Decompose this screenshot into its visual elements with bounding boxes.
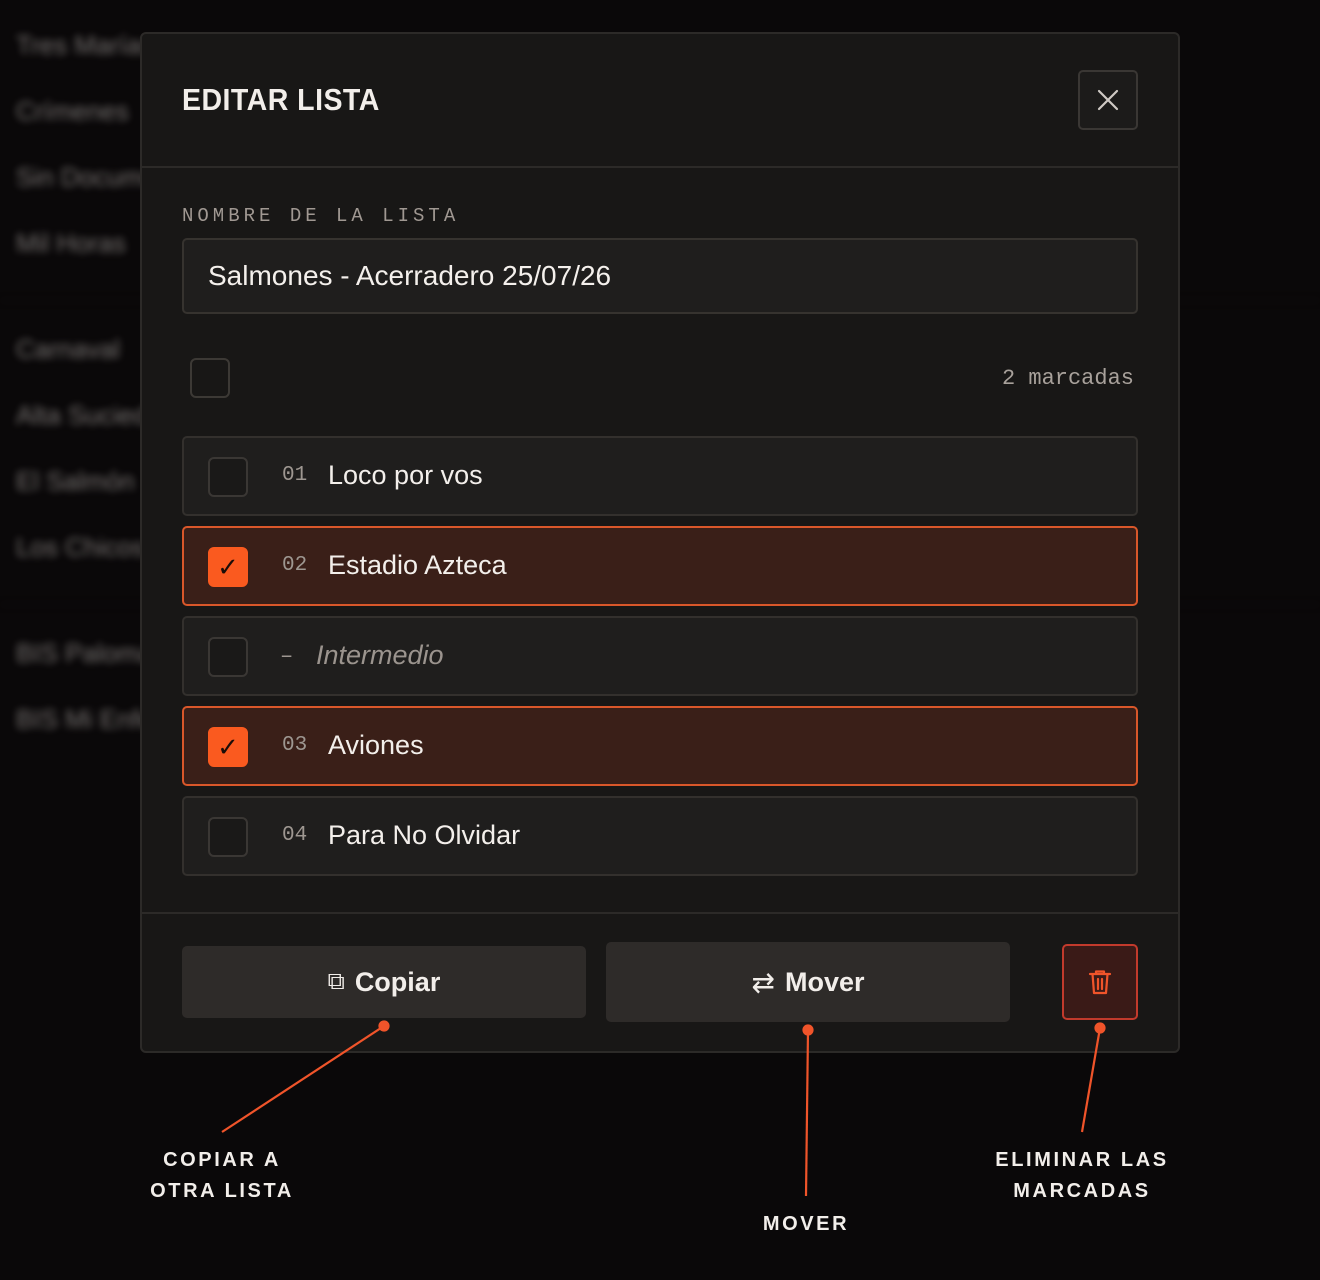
- edit-list-modal: EDITAR LISTA NOMBRE DE LA LISTA 2 marcad…: [140, 32, 1180, 1053]
- row-checkbox[interactable]: ✓: [208, 727, 248, 767]
- song-row[interactable]: ✓ 02 Estadio Azteca: [182, 526, 1138, 606]
- copy-icon: ⧉: [327, 968, 345, 995]
- annotation-delete: ELIMINAR LAS MARCADAS: [972, 1145, 1192, 1207]
- bg-item: Carnaval: [16, 334, 121, 364]
- song-title: Para No Olvidar: [328, 820, 521, 850]
- annotation-copy-line: OTRA LISTA: [150, 1180, 294, 1202]
- copy-label: Copiar: [354, 966, 441, 997]
- bg-item: Crímenes: [16, 96, 129, 126]
- marked-count: 2 marcadas: [1001, 366, 1134, 391]
- row-checkbox[interactable]: [208, 637, 248, 677]
- bg-item: Mil Horas: [16, 228, 126, 258]
- modal-title: EDITAR LISTA: [182, 82, 380, 117]
- song-number: 02: [282, 554, 308, 577]
- bg-item: Tres Marías: [16, 30, 154, 60]
- bg-item: El Salmón: [16, 466, 135, 496]
- song-title: Loco por vos: [328, 460, 483, 490]
- trash-icon: [1088, 970, 1112, 995]
- song-row[interactable]: ✓ 03 Aviones: [182, 706, 1138, 786]
- close-icon: [1097, 89, 1119, 111]
- close-button[interactable]: [1078, 70, 1138, 130]
- song-title: Aviones: [328, 730, 424, 760]
- row-checkbox[interactable]: ✓: [208, 547, 248, 587]
- modal-header: EDITAR LISTA: [142, 34, 1178, 168]
- annotation-delete-line: MARCADAS: [1013, 1180, 1151, 1202]
- delete-marked-button[interactable]: [1062, 944, 1138, 1020]
- screen: Tres Marías Crímenes Sin Documentos Mil …: [0, 0, 1320, 1280]
- list-name-label: NOMBRE DE LA LISTA: [182, 205, 460, 227]
- check-icon: ✓: [217, 732, 239, 762]
- song-number: 01: [282, 464, 308, 487]
- song-title: Estadio Azteca: [328, 550, 507, 580]
- annotation-move: MOVER: [706, 1209, 906, 1240]
- annotation-delete-line: ELIMINAR LAS: [995, 1149, 1169, 1171]
- copy-button[interactable]: ⧉ Copiar: [182, 946, 586, 1018]
- move-icon: ⇄: [751, 966, 775, 998]
- annotation-move-line: MOVER: [762, 1213, 850, 1235]
- interlude-title: Intermedio: [316, 640, 444, 670]
- interlude-dash: –: [280, 644, 294, 669]
- list-name-input[interactable]: [182, 238, 1138, 314]
- song-number: 04: [282, 824, 308, 847]
- select-all-checkbox[interactable]: [190, 358, 230, 398]
- check-icon: ✓: [217, 552, 239, 582]
- annotation-copy-line: COPIAR A: [163, 1149, 281, 1171]
- row-checkbox[interactable]: [208, 817, 248, 857]
- song-number: 03: [282, 734, 308, 757]
- row-checkbox[interactable]: [208, 457, 248, 497]
- interlude-row[interactable]: – Intermedio: [182, 616, 1138, 696]
- song-row[interactable]: 01 Loco por vos: [182, 436, 1138, 516]
- footer-divider: [142, 912, 1178, 914]
- move-label: Mover: [784, 966, 865, 997]
- annotation-copy: COPIAR A OTRA LISTA: [122, 1145, 322, 1207]
- song-row[interactable]: 04 Para No Olvidar: [182, 796, 1138, 876]
- move-button[interactable]: ⇄ Mover: [606, 942, 1010, 1022]
- bg-item: Los Chicos: [16, 532, 145, 562]
